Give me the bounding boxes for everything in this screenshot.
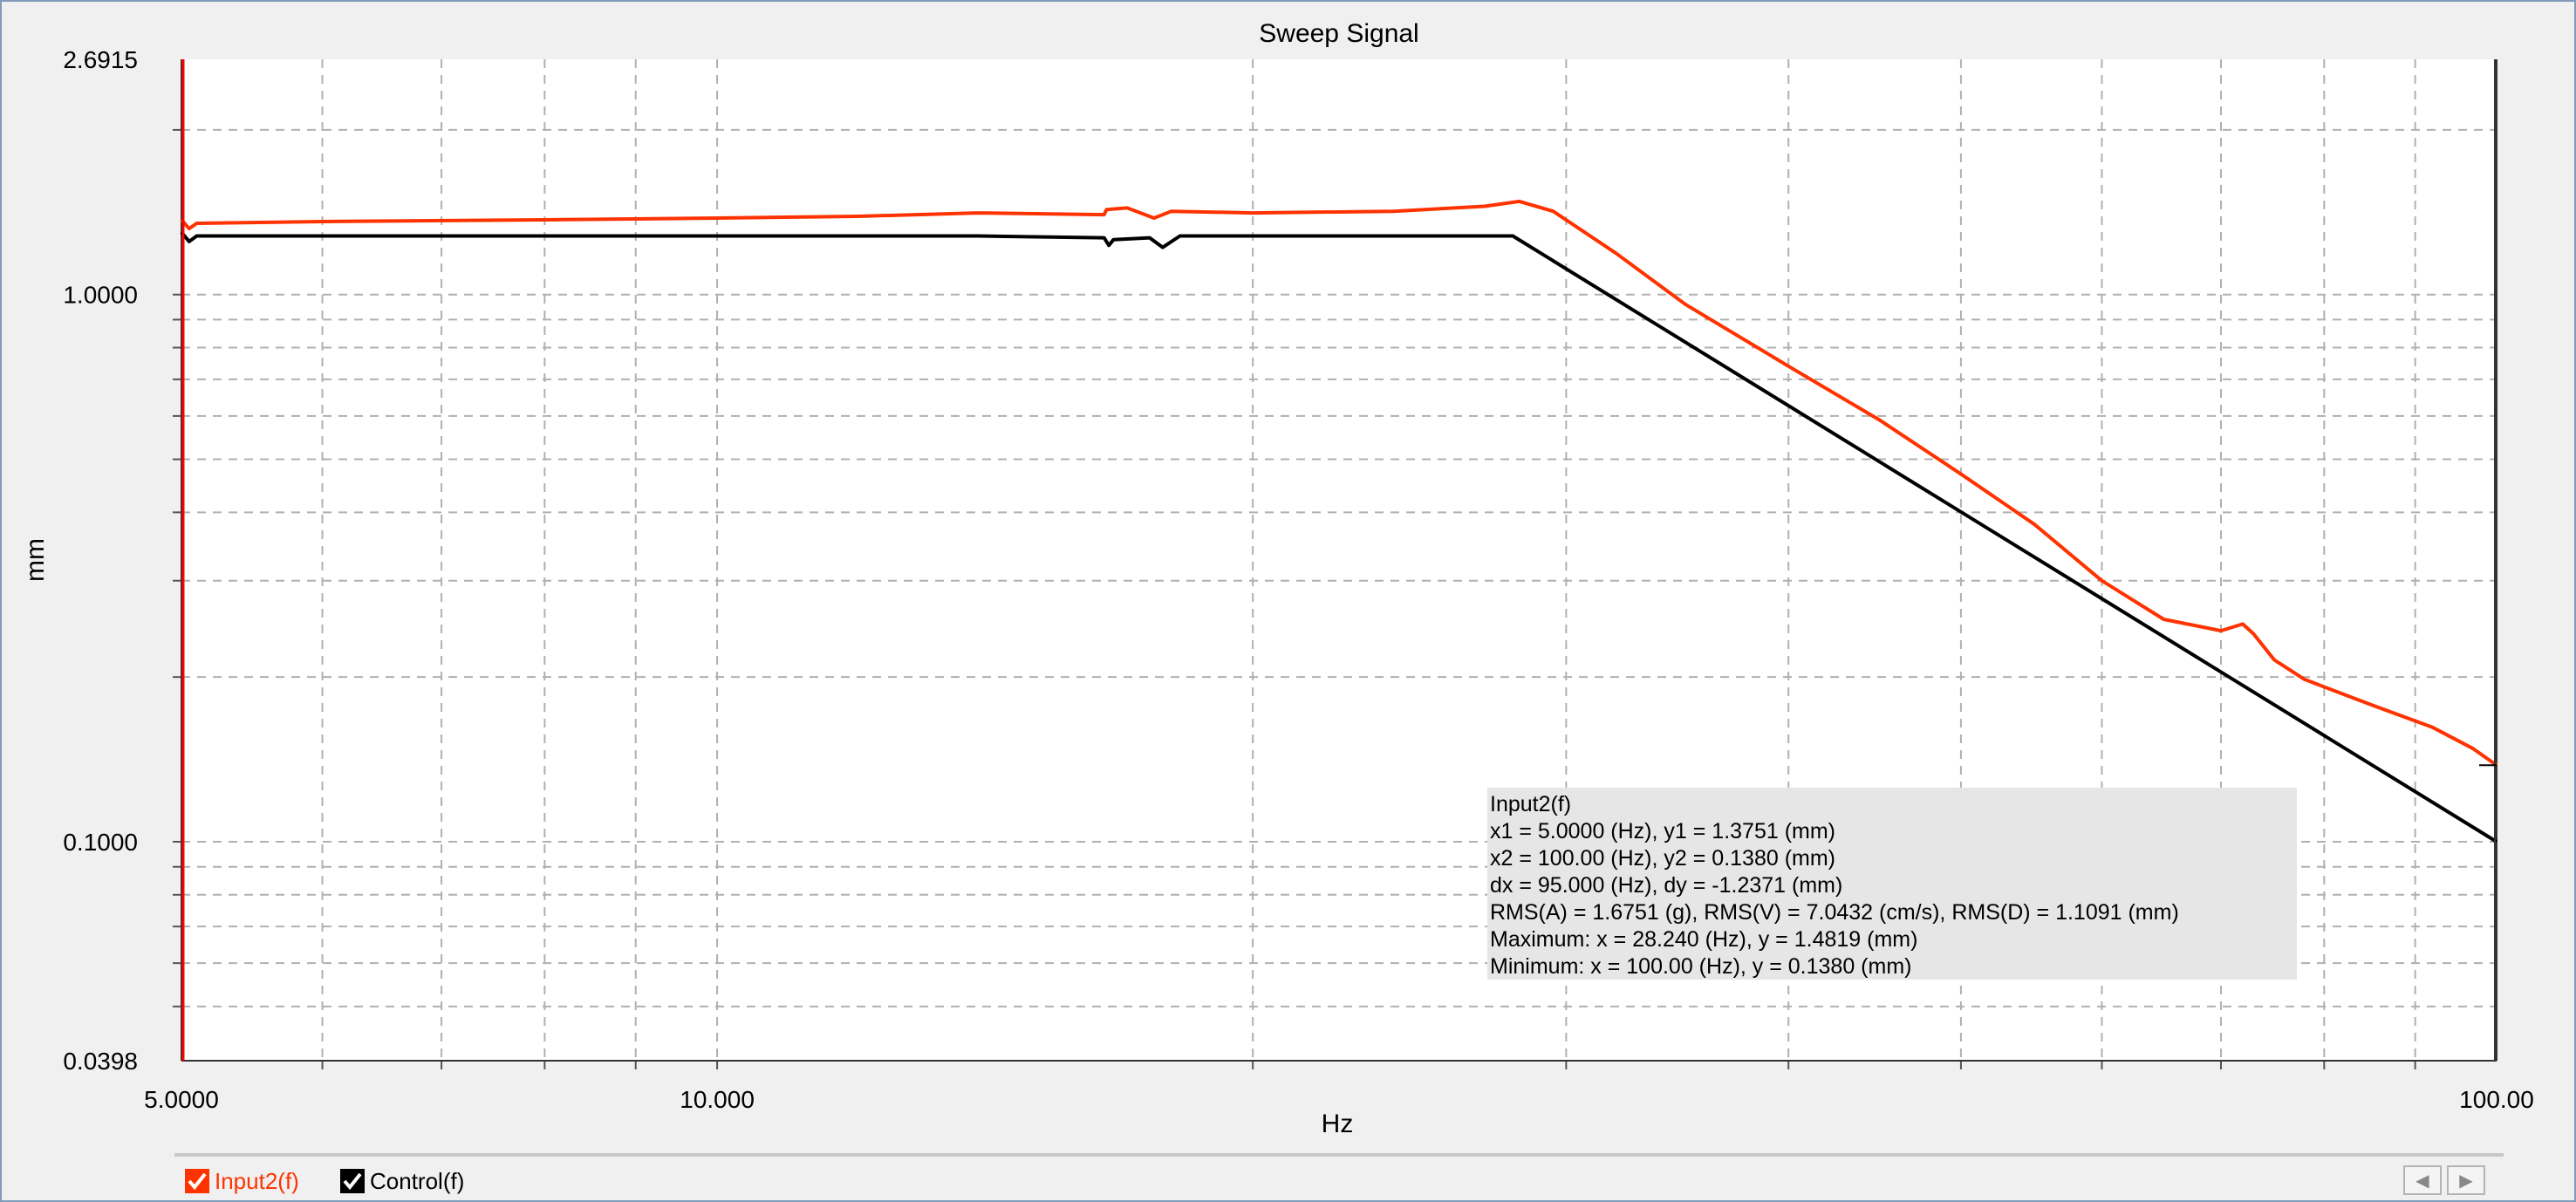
x-tick-label: 5.0000: [144, 1086, 219, 1113]
cursor-readout-line: Maximum: x = 28.240 (Hz), y = 1.4819 (mm…: [1490, 927, 1917, 952]
y-tick-label: 0.0398: [63, 1048, 138, 1075]
x-tick-label: 100.00: [2459, 1086, 2534, 1113]
cursor-readout-line: RMS(A) = 1.6751 (g), RMS(V) = 7.0432 (cm…: [1490, 900, 2179, 925]
chevron-right-icon: ▶: [2459, 1171, 2473, 1191]
cursor-readout-line: x2 = 100.00 (Hz), y2 = 0.1380 (mm): [1490, 846, 1835, 871]
y-tick-label: 2.6915: [63, 46, 138, 73]
chevron-left-icon: ◀: [2415, 1171, 2429, 1191]
legend-item-control[interactable]: Control(f): [340, 1167, 464, 1195]
legend-label-control: Control(f): [370, 1167, 465, 1194]
x-tick-label: 10.000: [680, 1086, 755, 1113]
legend-item-input2[interactable]: Input2(f): [185, 1167, 299, 1195]
sweep-signal-chart: Sweep Signal Hz mm 5.0000 10.000 100.00 2.6915…: [21, 19, 2534, 1138]
x-axis-label: Hz: [1322, 1110, 1354, 1138]
legend-label-input2: Input2(f): [215, 1167, 299, 1194]
cursor-readout-line: Input2(f): [1490, 792, 1571, 816]
cursor-readout-line: dx = 95.000 (Hz), dy = -1.2371 (mm): [1490, 873, 1842, 898]
y-axis-label: mm: [21, 538, 50, 582]
input2-checkbox[interactable]: [185, 1169, 209, 1193]
cursor-readout-line: Minimum: x = 100.00 (Hz), y = 0.1380 (mm…: [1490, 954, 1911, 979]
control-checkbox[interactable]: [340, 1169, 365, 1193]
chart-title: Sweep Signal: [1259, 19, 1418, 48]
cursor-readout-line: x1 = 5.0000 (Hz), y1 = 1.3751 (mm): [1490, 819, 1835, 843]
y-tick-label: 0.1000: [63, 829, 138, 856]
legend-bar: Input2(f) Control(f) ◀ ▶: [174, 1153, 2504, 1202]
legend-scroll-left-button[interactable]: ◀: [2403, 1165, 2442, 1195]
y-tick-label: 1.0000: [63, 282, 138, 309]
legend-scroll-right-button[interactable]: ▶: [2447, 1165, 2485, 1195]
